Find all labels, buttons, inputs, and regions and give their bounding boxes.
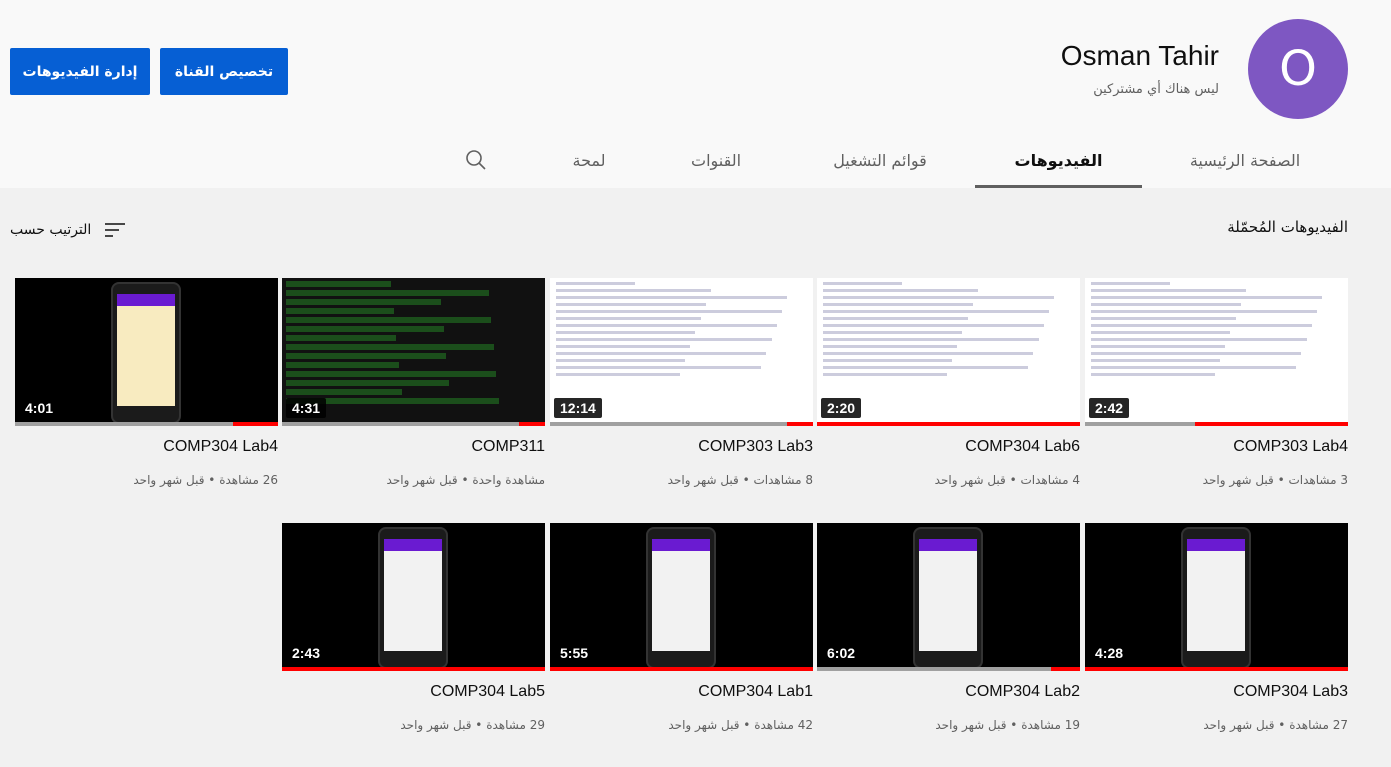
customize-channel-button[interactable]: تخصيص القناة <box>160 48 288 95</box>
video-thumbnail[interactable]: 4:28 <box>1085 523 1348 671</box>
avatar[interactable]: O <box>1248 19 1348 119</box>
video-thumbnail[interactable]: 12:14 <box>550 278 813 426</box>
video-duration: 4:31 <box>286 398 327 418</box>
video-thumbnail[interactable]: 4:31 <box>282 278 545 426</box>
watch-progress-bar <box>518 422 545 426</box>
channel-tabs: الصفحة الرئيسية الفيديوهات قوائم التشغيل… <box>0 132 1391 188</box>
video-title[interactable]: COMP303 Lab4 <box>1233 438 1348 456</box>
video-title[interactable]: COMP304 Lab2 <box>965 683 1080 701</box>
subscriber-count: ليس هناك أي مشتركين <box>1093 82 1219 97</box>
tab-videos[interactable]: الفيديوهات <box>975 132 1142 188</box>
video-title[interactable]: COMP304 Lab5 <box>430 683 545 701</box>
video-duration: 4:28 <box>1089 643 1130 663</box>
watch-progress-track <box>1085 422 1348 426</box>
tab-playlists[interactable]: قوائم التشغيل <box>810 132 950 188</box>
video-thumbnail[interactable]: 6:02 <box>817 523 1080 671</box>
watch-progress-bar <box>282 667 545 671</box>
tab-home[interactable]: الصفحة الرئيسية <box>1150 132 1340 188</box>
watch-progress-track <box>817 422 1080 426</box>
sort-button[interactable]: الترتيب حسب <box>10 218 127 242</box>
section-title: الفيديوهات المُحمّلة <box>1227 218 1348 236</box>
video-metadata: 8 مشاهدات • قبل شهر واحد <box>667 473 813 487</box>
channel-header: إدارة الفيديوهات تخصيص القناة O Osman Ta… <box>0 0 1391 188</box>
video-thumbnail[interactable]: 2:20 <box>817 278 1080 426</box>
video-duration: 4:01 <box>19 398 60 418</box>
video-title[interactable]: COMP304 Lab1 <box>698 683 813 701</box>
watch-progress-track <box>15 422 278 426</box>
video-card[interactable]: 2:20 COMP304 Lab6 4 مشاهدات • قبل شهر واحد <box>817 278 1080 496</box>
video-thumbnail[interactable]: 4:01 <box>15 278 278 426</box>
video-title[interactable]: COMP304 Lab6 <box>965 438 1080 456</box>
watch-progress-bar <box>550 667 813 671</box>
video-title[interactable]: COMP303 Lab3 <box>698 438 813 456</box>
video-metadata: 29 مشاهدة • قبل شهر واحد <box>400 718 545 732</box>
watch-progress-bar <box>1085 667 1348 671</box>
video-card[interactable]: 4:31 COMP311 مشاهدة واحدة • قبل شهر واحد <box>282 278 545 496</box>
video-thumbnail[interactable]: 5:55 <box>550 523 813 671</box>
video-thumbnail[interactable]: 2:43 <box>282 523 545 671</box>
watch-progress-track <box>817 667 1080 671</box>
video-metadata: 19 مشاهدة • قبل شهر واحد <box>935 718 1080 732</box>
video-title[interactable]: COMP311 <box>471 438 545 456</box>
watch-progress-track <box>1085 667 1348 671</box>
tab-channels[interactable]: القنوات <box>668 132 764 188</box>
sort-label: الترتيب حسب <box>10 222 92 238</box>
channel-name: Osman Tahir <box>1060 40 1219 71</box>
watch-progress-bar <box>1051 667 1080 671</box>
video-metadata: 26 مشاهدة • قبل شهر واحد <box>133 473 278 487</box>
video-card[interactable]: 12:14 COMP303 Lab3 8 مشاهدات • قبل شهر واح… <box>550 278 813 496</box>
videos-content: الفيديوهات المُحمّلة الترتيب حسب 2:42 COM… <box>0 188 1391 767</box>
video-duration: 6:02 <box>821 643 862 663</box>
watch-progress-track <box>282 422 545 426</box>
video-metadata: 27 مشاهدة • قبل شهر واحد <box>1203 718 1348 732</box>
video-card[interactable]: 2:43 COMP304 Lab5 29 مشاهدة • قبل شهر واحد <box>282 523 545 741</box>
sort-icon <box>105 223 126 237</box>
watch-progress-track <box>550 422 813 426</box>
manage-videos-button[interactable]: إدارة الفيديوهات <box>10 48 150 95</box>
video-metadata: 4 مشاهدات • قبل شهر واحد <box>934 473 1080 487</box>
video-duration: 2:42 <box>1089 398 1130 418</box>
video-metadata: مشاهدة واحدة • قبل شهر واحد <box>386 473 545 487</box>
tab-about[interactable]: لمحة <box>545 132 633 188</box>
video-metadata: 42 مشاهدة • قبل شهر واحد <box>668 718 813 732</box>
video-card[interactable]: 6:02 COMP304 Lab2 19 مشاهدة • قبل شهر واحد <box>817 523 1080 741</box>
watch-progress-track <box>550 667 813 671</box>
video-thumbnail[interactable]: 2:42 <box>1085 278 1348 426</box>
watch-progress-bar <box>786 422 813 426</box>
video-duration: 5:55 <box>554 643 595 663</box>
video-title[interactable]: COMP304 Lab3 <box>1233 683 1348 701</box>
watch-progress-track <box>282 667 545 671</box>
video-metadata: 3 مشاهدات • قبل شهر واحد <box>1202 473 1348 487</box>
watch-progress-bar <box>233 422 278 426</box>
watch-progress-bar <box>817 422 1080 426</box>
video-duration: 12:14 <box>554 398 602 418</box>
search-icon[interactable] <box>458 132 494 188</box>
video-card[interactable]: 2:42 COMP303 Lab4 3 مشاهدات • قبل شهر واحد <box>1085 278 1348 496</box>
video-duration: 2:43 <box>286 643 327 663</box>
watch-progress-bar <box>1195 422 1348 426</box>
video-card[interactable]: 5:55 COMP304 Lab1 42 مشاهدة • قبل شهر واحد <box>550 523 813 741</box>
video-card[interactable]: 4:28 COMP304 Lab3 27 مشاهدة • قبل شهر واحد <box>1085 523 1348 741</box>
video-duration: 2:20 <box>821 398 862 418</box>
video-card[interactable]: 4:01 COMP304 Lab4 26 مشاهدة • قبل شهر واحد <box>15 278 278 496</box>
video-title[interactable]: COMP304 Lab4 <box>163 438 278 456</box>
